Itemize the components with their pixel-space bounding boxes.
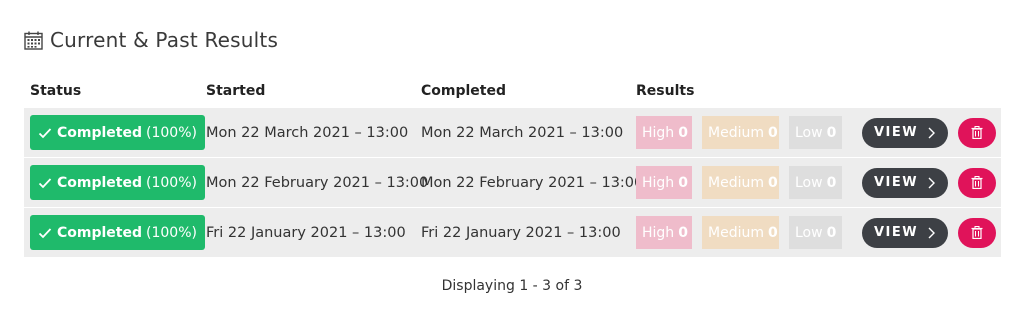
medium-count: 0 <box>767 124 778 141</box>
delete-button[interactable] <box>958 117 996 148</box>
results-cell: High 0 Medium 0 Low 0 <box>636 216 852 249</box>
medium-label: Medium <box>708 224 764 241</box>
table-header: Status Started Completed Results <box>24 74 1001 108</box>
check-icon <box>38 227 52 238</box>
delete-button[interactable] <box>958 217 996 248</box>
completed-date: Mon 22 March 2021 – 13:00 <box>421 124 624 141</box>
high-count: 0 <box>678 224 688 241</box>
check-icon <box>38 127 52 138</box>
low-label: Low <box>795 224 823 241</box>
high-count: 0 <box>678 124 688 141</box>
calendar-icon <box>24 31 43 50</box>
view-button[interactable]: VIEW <box>862 167 948 198</box>
view-button[interactable]: VIEW <box>862 217 948 248</box>
started-date: Mon 22 February 2021 – 13:00 <box>206 174 429 191</box>
actions-cell: VIEW <box>862 167 996 198</box>
low-count: 0 <box>826 224 837 241</box>
trash-icon <box>971 126 983 139</box>
medium-label: Medium <box>708 124 764 141</box>
table-row: Completed (100%) Mon 22 March 2021 – 13:… <box>24 108 1001 157</box>
high-result-badge: High 0 <box>636 216 692 249</box>
column-header-started: Started <box>206 83 266 99</box>
results-cell: High 0 Medium 0 Low 0 <box>636 166 852 199</box>
low-label: Low <box>795 124 823 141</box>
actions-cell: VIEW <box>862 117 996 148</box>
status-badge: Completed (100%) <box>30 215 205 250</box>
completed-date: Fri 22 January 2021 – 13:00 <box>421 224 621 241</box>
check-icon <box>38 177 52 188</box>
view-button-label: VIEW <box>873 125 919 140</box>
page-title: Current & Past Results <box>50 28 279 52</box>
high-label: High <box>642 224 675 241</box>
column-header-results: Results <box>636 83 695 99</box>
medium-result-badge: Medium 0 <box>702 166 779 199</box>
column-header-status: Status <box>30 83 82 99</box>
low-label: Low <box>795 174 823 191</box>
status-cell: Completed (100%) <box>30 215 205 250</box>
delete-button[interactable] <box>958 167 996 198</box>
low-count: 0 <box>826 174 837 191</box>
low-result-badge: Low 0 <box>789 166 842 199</box>
status-label: Completed <box>57 124 143 141</box>
view-button-label: VIEW <box>873 225 919 240</box>
results-cell: High 0 Medium 0 Low 0 <box>636 116 852 149</box>
low-result-badge: Low 0 <box>789 216 842 249</box>
high-result-badge: High 0 <box>636 116 692 149</box>
status-percent: (100%) <box>146 124 197 141</box>
high-result-badge: High 0 <box>636 166 692 199</box>
low-result-badge: Low 0 <box>789 116 842 149</box>
status-badge: Completed (100%) <box>30 115 205 150</box>
status-cell: Completed (100%) <box>30 165 205 200</box>
medium-result-badge: Medium 0 <box>702 116 779 149</box>
column-header-completed: Completed <box>421 83 507 99</box>
status-percent: (100%) <box>146 224 197 241</box>
medium-label: Medium <box>708 174 764 191</box>
view-button[interactable]: VIEW <box>862 117 948 148</box>
table-row: Completed (100%) Fri 22 January 2021 – 1… <box>24 208 1001 257</box>
high-label: High <box>642 124 675 141</box>
trash-icon <box>971 226 983 239</box>
high-label: High <box>642 174 675 191</box>
started-date: Fri 22 January 2021 – 13:00 <box>206 224 406 241</box>
actions-cell: VIEW <box>862 217 996 248</box>
high-count: 0 <box>678 174 688 191</box>
status-cell: Completed (100%) <box>30 115 205 150</box>
chevron-right-icon <box>928 227 936 238</box>
view-button-label: VIEW <box>873 175 919 190</box>
chevron-right-icon <box>928 177 936 188</box>
table-row: Completed (100%) Mon 22 February 2021 – … <box>24 158 1001 207</box>
results-table: Status Started Completed Results Complet… <box>24 74 1001 258</box>
low-count: 0 <box>826 124 837 141</box>
medium-result-badge: Medium 0 <box>702 216 779 249</box>
status-label: Completed <box>57 174 143 191</box>
status-badge: Completed (100%) <box>30 165 205 200</box>
page-header: Current & Past Results <box>24 26 278 54</box>
completed-date: Mon 22 February 2021 – 13:00 <box>421 174 644 191</box>
medium-count: 0 <box>767 174 778 191</box>
started-date: Mon 22 March 2021 – 13:00 <box>206 124 409 141</box>
medium-count: 0 <box>767 224 778 241</box>
status-percent: (100%) <box>146 174 197 191</box>
status-label: Completed <box>57 224 143 241</box>
pagination-info: Displaying 1 - 3 of 3 <box>441 278 583 294</box>
trash-icon <box>971 176 983 189</box>
chevron-right-icon <box>928 127 936 138</box>
